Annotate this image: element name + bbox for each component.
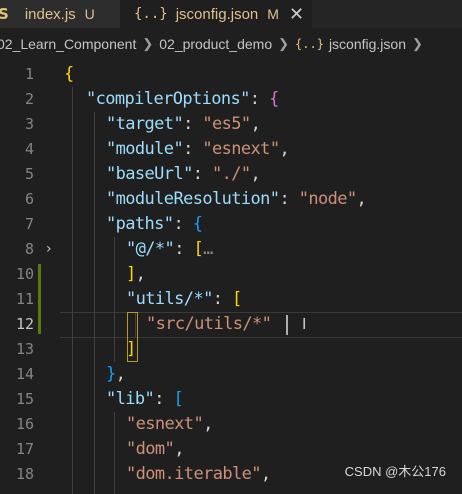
json-key: "@/*" [126, 239, 175, 259]
json-value: "esnext" [126, 414, 204, 434]
line-number: 6 [24, 190, 34, 208]
json-value: "dom" [126, 439, 175, 459]
json-key: "paths" [106, 214, 174, 234]
json-value: "dom.iterable" [126, 464, 261, 484]
json-value: "node" [298, 189, 357, 209]
code-line: 13 ] [0, 337, 462, 362]
line-number: 12 [15, 315, 34, 333]
code-line: 16 "esnext", [0, 412, 462, 437]
tab-label: jsconfig.json [175, 5, 259, 23]
json-file-icon: {..} [134, 6, 168, 22]
line-number: 2 [24, 90, 34, 108]
line-number: 15 [15, 390, 34, 408]
json-file-icon: {..} [295, 37, 324, 51]
json-key: "compilerOptions" [86, 89, 250, 109]
code-line: 12 "src/utils/*" [0, 312, 462, 337]
line-number: 18 [15, 465, 34, 483]
line-number: 17 [15, 440, 34, 458]
code-line: 14 }, [0, 362, 462, 387]
json-value: "./" [212, 164, 251, 184]
tab-status-badge: U [84, 6, 95, 22]
json-key: "lib" [106, 389, 155, 409]
text-cursor [286, 315, 288, 335]
breadcrumb-item[interactable]: 02_Learn_Component [0, 36, 136, 52]
code-line: 15 "lib": [ [0, 387, 462, 412]
folded-ellipsis[interactable]: … [203, 239, 213, 259]
code-line: 6 "moduleResolution": "node", [0, 187, 462, 212]
code-line: 7 "paths": { [0, 212, 462, 237]
line-number: 11 [15, 290, 34, 308]
line-number: 16 [15, 415, 34, 433]
code-line: 1 { [0, 62, 462, 87]
close-icon[interactable]: ✕ [289, 4, 304, 25]
json-value: "src/utils/*" [146, 314, 272, 334]
line-number: 1 [24, 65, 34, 83]
json-key: "target" [106, 114, 184, 134]
chevron-right-icon: ❯ [411, 36, 423, 51]
line-number: 10 [15, 265, 34, 283]
json-key: "baseUrl" [106, 164, 193, 184]
line-number: 5 [24, 165, 34, 183]
line-number: 8 [24, 240, 34, 258]
code-line: 10 ], [0, 262, 462, 287]
code-line: 3 "target": "es5", [0, 112, 462, 137]
tab-index-js[interactable]: S index.js U [0, 0, 120, 28]
breadcrumb-item[interactable]: jsconfig.json [329, 36, 406, 52]
tab-jsconfig-json[interactable]: {..} jsconfig.json M ✕ [120, 0, 312, 28]
line-number: 3 [24, 115, 34, 133]
chevron-right-icon: ❯ [278, 36, 290, 51]
chevron-right-icon: ❯ [142, 36, 154, 51]
tab-bar: S index.js U {..} jsconfig.json M ✕ [0, 0, 462, 28]
breadcrumb-item[interactable]: 02_product_demo [159, 36, 272, 52]
json-key: "utils/*" [126, 289, 213, 309]
ibeam-cursor-icon: I [302, 315, 307, 333]
json-value: "es5" [202, 114, 251, 134]
code-line: 11 "utils/*": [ [0, 287, 462, 312]
tab-status-badge: M [267, 6, 279, 22]
json-value: "esnext" [202, 139, 280, 159]
code-line: 17 "dom", [0, 437, 462, 462]
code-line: 2 "compilerOptions": { [0, 87, 462, 112]
code-line: 4 "module": "esnext", [0, 137, 462, 162]
json-key: "module" [106, 139, 184, 159]
line-number: 13 [15, 340, 34, 358]
code-editor[interactable]: › 1 { 2 "compilerOptions": { 3 "target":… [0, 62, 462, 494]
tab-label: index.js [24, 5, 76, 23]
watermark: CSDN @木公176 [344, 464, 446, 479]
line-number: 14 [15, 365, 34, 383]
line-number: 4 [24, 140, 34, 158]
line-number: 7 [24, 215, 34, 233]
json-key: "moduleResolution" [106, 189, 280, 209]
code-line: 5 "baseUrl": "./", [0, 162, 462, 187]
code-line: 8 "@/*": [… [0, 237, 462, 262]
breadcrumb: 02_Learn_Component ❯ 02_product_demo ❯ {… [0, 34, 462, 56]
js-file-icon: S [0, 5, 9, 23]
